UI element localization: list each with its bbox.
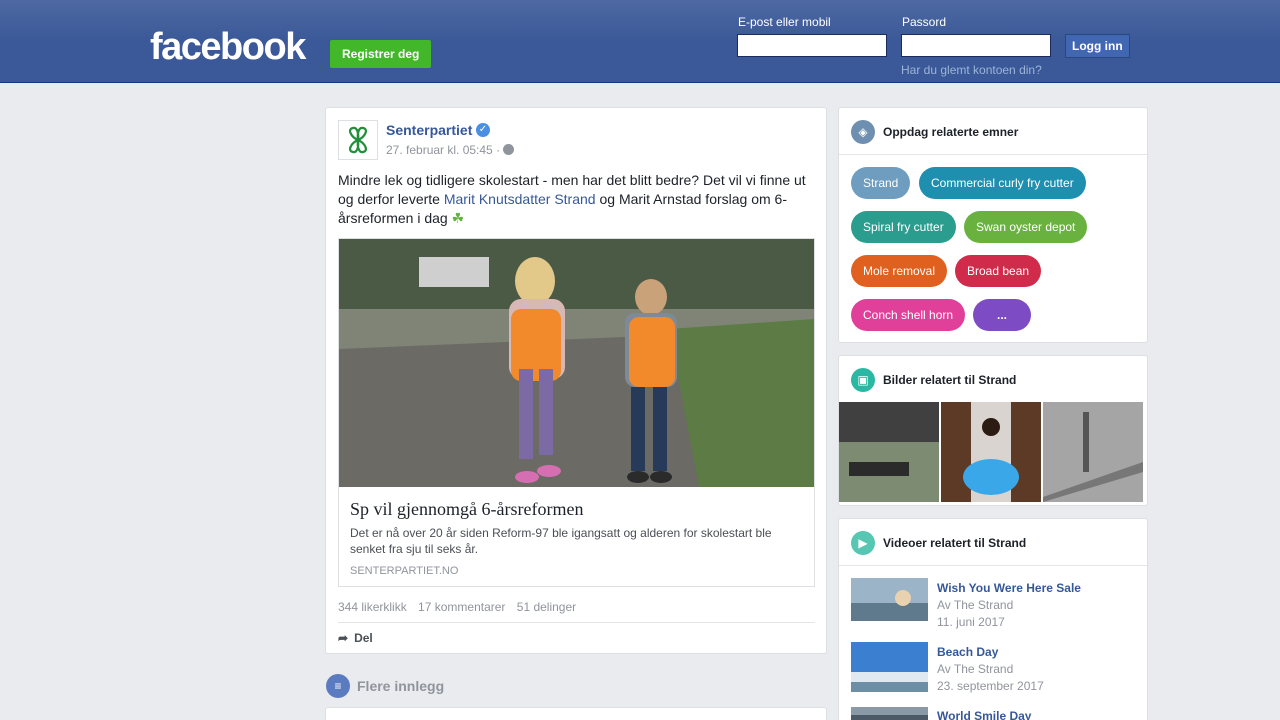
video-thumbnail[interactable] (851, 642, 928, 692)
video-title-link[interactable]: Beach Day (937, 645, 998, 659)
related-photo[interactable] (839, 402, 939, 502)
related-topics-card: ◈ Oppdag relaterte emner Strand Commerci… (838, 107, 1148, 343)
link-info: Sp vil gjennomgå 6-årsreformen Det er nå… (339, 487, 814, 586)
divider (839, 565, 1147, 566)
topic-pill[interactable]: Commercial curly fry cutter (919, 167, 1086, 199)
related-videos-header: ▶ Videoer relatert til Strand (851, 531, 1026, 555)
video-title-link[interactable]: Wish You Were Here Sale (937, 581, 1081, 595)
topic-pill[interactable]: Broad bean (955, 255, 1042, 287)
globe-icon (503, 144, 514, 155)
post-timestamp[interactable]: 27. februar kl. 05:45 · (386, 143, 500, 157)
share-arrow-icon: ➦ (338, 631, 349, 645)
related-topics-title: Oppdag relaterte emner (883, 125, 1019, 139)
forgot-account-link[interactable]: Har du glemt kontoen din? (901, 63, 1042, 77)
tag-icon: ◈ (851, 120, 875, 144)
register-button[interactable]: Registrer deg (330, 40, 432, 68)
video-title-link[interactable]: World Smile Day (937, 709, 1031, 720)
video-author: Av The Strand (937, 662, 1014, 676)
top-bar: facebook Registrer deg E-post eller mobi… (0, 0, 1280, 83)
comments-count[interactable]: 17 kommentarer (418, 600, 505, 614)
email-label: E-post eller mobil (738, 15, 831, 29)
topic-pill[interactable]: Conch shell horn (851, 299, 966, 331)
clover-logo-icon (349, 126, 367, 154)
link-domain: SENTERPARTIET.NO (350, 565, 459, 577)
more-posts-heading: Flere innlegg (357, 678, 445, 694)
post-stats: 344 likerklikk 17 kommentarer 51 delinge… (338, 600, 584, 614)
topic-pill[interactable]: Strand (851, 167, 911, 199)
next-post-card (325, 707, 827, 720)
related-photos-header: ▣ Bilder relatert til Strand (851, 368, 1016, 392)
video-date: 11. juni 2017 (937, 615, 1005, 629)
more-posts-icon: ≡ (326, 674, 350, 698)
post-card: Senterpartiet ✓ 27. februar kl. 05:45 · … (325, 107, 827, 654)
related-videos-card: ▶ Videoer relatert til Strand Wish You W… (838, 518, 1148, 720)
related-photos-card: ▣ Bilder relatert til Strand (838, 355, 1148, 506)
login-button[interactable]: Logg inn (1065, 34, 1130, 58)
video-thumbnail[interactable] (851, 707, 928, 720)
email-field[interactable] (737, 34, 887, 57)
topic-pill[interactable]: Spiral fry cutter (851, 211, 956, 243)
mentioned-person-link[interactable]: Marit Knutsdatter Strand (444, 191, 596, 207)
likes-count[interactable]: 344 likerklikk (338, 600, 407, 614)
video-icon: ▶ (851, 531, 875, 555)
page-avatar[interactable] (338, 120, 378, 160)
link-preview-image (339, 239, 814, 487)
video-thumbnail[interactable] (851, 578, 928, 621)
page-name-link[interactable]: Senterpartiet (386, 122, 472, 138)
divider (338, 622, 815, 623)
password-label: Passord (902, 15, 947, 29)
video-date: 23. september 2017 (937, 679, 1044, 693)
video-author: Av The Strand (937, 598, 1014, 612)
more-topics-button[interactable]: ... (973, 299, 1031, 331)
link-preview[interactable]: Sp vil gjennomgå 6-årsreformen Det er nå… (338, 238, 815, 587)
related-videos-title: Videoer relatert til Strand (883, 536, 1027, 550)
facebook-logo[interactable]: facebook (150, 27, 306, 67)
related-topics-header: ◈ Oppdag relaterte emner (851, 120, 1018, 144)
topic-pill[interactable]: Mole removal (851, 255, 948, 287)
related-photo[interactable] (1043, 402, 1143, 502)
divider (839, 154, 1147, 155)
image-icon: ▣ (851, 368, 875, 392)
post-text: Mindre lek og tidligere skolestart - men… (338, 171, 816, 228)
share-button[interactable]: ➦ Del (338, 631, 373, 645)
link-description: Det er nå over 20 år siden Reform-97 ble… (350, 526, 772, 556)
topic-pill[interactable]: Swan oyster depot (964, 211, 1088, 243)
related-photo[interactable] (941, 402, 1041, 502)
verified-badge-icon: ✓ (476, 123, 490, 137)
shares-count[interactable]: 51 delinger (517, 600, 576, 614)
link-title[interactable]: Sp vil gjennomgå 6-årsreformen (350, 499, 583, 520)
four-leaf-clover-icon: ☘ (451, 210, 465, 226)
related-photos-title: Bilder relatert til Strand (883, 373, 1017, 387)
share-label: Del (354, 631, 373, 645)
password-field[interactable] (901, 34, 1051, 57)
